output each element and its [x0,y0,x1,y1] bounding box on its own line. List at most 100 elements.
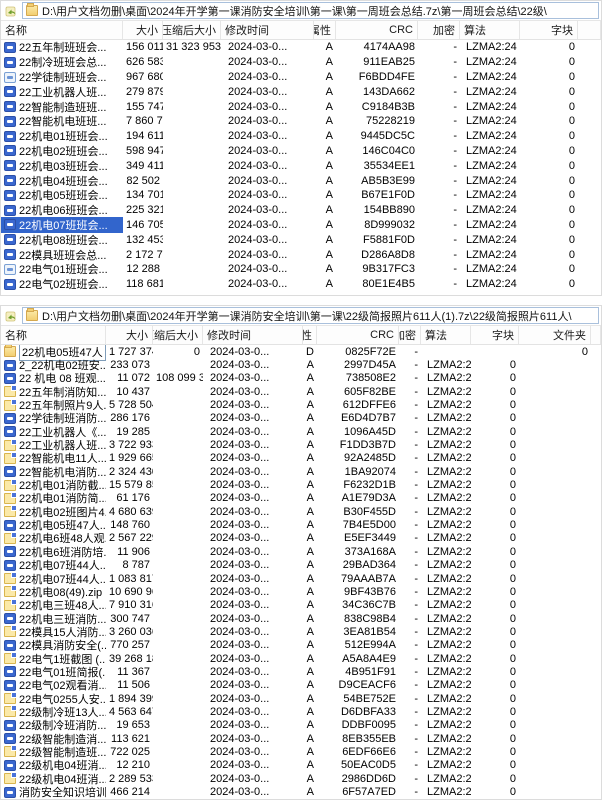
cell-attr: A [314,278,336,290]
cell-size: 61 176 [106,492,153,504]
jump-arrow-icon[interactable] [3,3,19,18]
table-row[interactable]: 22学徒制班班会...967 6802024-03-0...AF6BDD4FE-… [1,70,601,85]
column-header-crc[interactable]: CRC [317,326,399,344]
cell-modified: 2024-03-0... [221,41,314,53]
cell-enc: - [399,706,421,718]
column-header-folders[interactable]: 文件夹 [519,326,591,344]
cell-block: 0 [520,41,578,53]
media-file-icon [4,190,16,201]
table-row[interactable]: 22机电06班班会...225 3212024-03-0...A154BB890… [1,203,601,218]
cell-modified: 2024-03-0... [203,559,303,571]
cell-modified: 2024-03-0... [203,346,303,358]
table-row[interactable]: 22五年制班班会...156 01131 323 9532024-03-0...… [1,40,601,55]
table-row[interactable]: 22机电02班班会...598 9472024-03-0...A146C04C0… [1,144,601,159]
file-name: 22五年制班班会... [19,40,106,55]
media-file-icon [4,205,16,216]
cell-size: 156 011 [123,41,163,53]
column-header-packed[interactable]: 压缩后大小 [153,326,203,344]
cell-block: 0 [471,466,519,478]
table-row[interactable]: 22工业机器人班...279 8792024-03-0...A143DA662-… [1,84,601,99]
table-row[interactable]: 22制冷班班会总...626 5832024-03-0...A911EAB25-… [1,55,601,70]
table-row[interactable]: 22电气02班班会...118 6812024-03-0...A80E1E4B5… [1,277,601,292]
column-header-size[interactable]: 大小 [106,326,153,344]
address-path-field[interactable]: D:\用户文档勿删\桌面\2024年开学第一课消防安全培训\第一课\22级简报照… [22,307,599,324]
table-row[interactable]: 22模具班班会总...2 172 7712024-03-0...AD286A8D… [1,247,601,262]
table-row[interactable]: 22机电03班班会...349 4112024-03-0...A35534EE1… [1,158,601,173]
media-file-icon [4,373,16,384]
document-file-icon [4,746,16,757]
table-row[interactable]: 22智能机电班班...7 860 7312024-03-0...A7522821… [1,114,601,129]
cell-crc: 146C04C0 [336,145,418,157]
column-header-block[interactable]: 字块 [520,21,578,39]
column-header-enc[interactable]: 加密 [399,326,421,344]
column-header-filler [591,326,601,344]
column-header-size[interactable]: 大小 [123,21,163,39]
cell-method: LZMA2:24 [421,546,471,558]
cell-block: 0 [520,204,578,216]
cell-crc: D6DBFA33 [317,706,399,718]
cell-block: 0 [520,56,578,68]
cell-block: 0 [471,412,519,424]
cell-block: 0 [471,439,519,451]
address-path-field[interactable]: D:\用户文档勿删\桌面\2024年开学第一课消防安全培训\第一课\第一周班会总… [22,2,599,19]
table-row[interactable]: 22机电08班班会...132 4532024-03-0...AF5881F0D… [1,232,601,247]
cell-enc: - [399,479,421,491]
file-name: 消防安全知识培训... [19,784,106,799]
column-header-name[interactable]: 名称 [1,326,106,344]
cell-size: 113 621 [106,733,153,745]
cell-attr: A [314,130,336,142]
document-file-icon [4,600,16,611]
cell-method: LZMA2:24 [421,786,471,798]
cell-modified: 2024-03-0... [221,204,314,216]
table-row[interactable]: 消防安全知识培训...466 2142024-03-0...A6F57A7ED-… [1,785,601,798]
media-file-icon [4,466,16,477]
cell-method: LZMA2:24 [421,759,471,771]
cell-enc: - [399,613,421,625]
table-row[interactable]: 22机电05班班会...134 7012024-03-0...AB67E1F0D… [1,188,601,203]
column-header-packed[interactable]: 压缩后大小 [163,21,221,39]
table-row[interactable]: 22电气01班班会...12 2882024-03-0...A9B317FC3-… [1,262,601,277]
column-header-row: 名称大小压缩后大小修改时间属性CRC加密算法字块 [1,20,601,40]
cell-modified: 2024-03-0... [203,452,303,464]
cell-crc: F5881F0D [336,234,418,246]
cell-block: 0 [471,599,519,611]
column-header-modified[interactable]: 修改时间 [221,21,314,39]
cell-crc: 34C36C7B [317,599,399,611]
document-file-icon [4,400,16,411]
cell-size: 4 563 647 [106,706,153,718]
cell-method: LZMA2:24 [421,532,471,544]
column-header-block[interactable]: 字块 [471,326,519,344]
column-header-attr[interactable]: 属性 [303,326,317,344]
cell-method: LZMA2:24 [421,386,471,398]
jump-arrow-icon[interactable] [3,308,19,323]
column-header-name[interactable]: 名称 [1,21,123,39]
cell-attr: A [303,479,317,491]
cell-block: 0 [471,372,519,384]
media-file-icon [4,116,16,127]
cell-crc: 54BE752E [317,693,399,705]
table-row[interactable]: 22机电07班班会...146 7052024-03-0...A8D999032… [1,218,601,233]
cell-method: LZMA2:24 [421,479,471,491]
archive-panel-top: D:\用户文档勿删\桌面\2024年开学第一课消防安全培训\第一课\第一周班会总… [0,0,602,296]
cell-block: 0 [471,693,519,705]
cell-size: 11 906 [106,546,153,558]
column-header-attr[interactable]: 属性 [314,21,336,39]
folder-icon [26,310,38,321]
table-row[interactable]: 22机电01班班会...194 6112024-03-0...A9445DC5C… [1,129,601,144]
cell-block: 0 [471,653,519,665]
cell-attr: A [303,492,317,504]
file-name-cell: 22机电05班班会... [1,187,123,203]
file-list: 22机电05班47人1 727 37402024-03-0...D0825F72… [1,345,601,799]
column-header-crc[interactable]: CRC [336,21,418,39]
column-header-enc[interactable]: 加密 [418,21,460,39]
cell-method: LZMA2:24 [460,249,520,261]
table-row[interactable]: 22机电04班班会...82 5022024-03-0...AAB5B3E99-… [1,173,601,188]
media-file-icon [4,733,16,744]
breadcrumb-path: D:\用户文档勿删\桌面\2024年开学第一课消防安全培训\第一课\第一周班会总… [42,3,547,19]
file-name: 22机电02班班会... [19,143,108,159]
column-header-method[interactable]: 算法 [460,21,520,39]
column-header-method[interactable]: 算法 [421,326,471,344]
cell-size: 967 680 [123,71,163,83]
column-header-modified[interactable]: 修改时间 [203,326,303,344]
table-row[interactable]: 22智能制造班班...155 7472024-03-0...AC9184B3B-… [1,99,601,114]
